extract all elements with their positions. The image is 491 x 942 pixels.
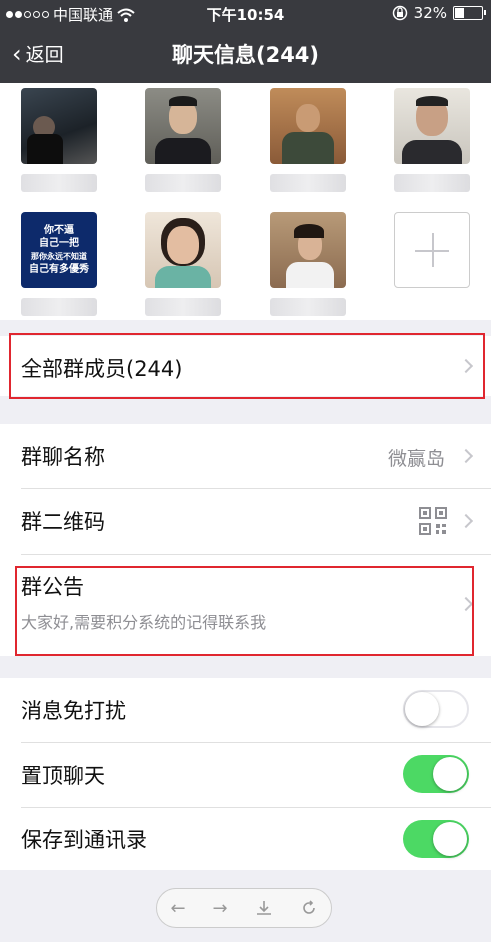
group-name-label: 群聊名称: [21, 445, 105, 469]
download-icon[interactable]: [255, 899, 273, 917]
member-name-blurred: [21, 298, 97, 316]
nav-bar: ‹ 返回 聊天信息(244): [0, 26, 491, 83]
refresh-icon[interactable]: [300, 899, 318, 917]
member-name-blurred: [270, 298, 346, 316]
group-name-cell[interactable]: 群聊名称 微赢岛: [0, 424, 491, 488]
browser-toolbar: ← →: [156, 888, 332, 928]
avatar-poster: 你不逼 自己一把 那你永远不知道 自己有多優秀: [21, 212, 97, 288]
avatar: [270, 212, 346, 288]
poster-line: 自己有多優秀: [29, 264, 89, 275]
save-contacts-cell: 保存到通讯录: [0, 808, 491, 870]
toggles-section: 消息免打扰 置顶聊天 保存到通讯录: [0, 678, 491, 870]
group-qr-label: 群二维码: [21, 510, 105, 534]
pin-cell: 置顶聊天: [0, 743, 491, 807]
group-qr-cell[interactable]: 群二维码: [0, 489, 491, 553]
save-contacts-label: 保存到通讯录: [21, 828, 147, 852]
member-item[interactable]: [145, 88, 221, 192]
member-item[interactable]: [270, 212, 346, 316]
avatar: [394, 88, 470, 164]
chevron-right-icon: [458, 448, 474, 464]
status-bar: 中国联通 下午10:54 32%: [0, 0, 491, 26]
toggle-knob: [433, 757, 467, 791]
member-item[interactable]: [394, 88, 470, 192]
member-name-blurred: [145, 174, 221, 192]
pin-toggle[interactable]: [403, 755, 469, 793]
member-item[interactable]: [145, 212, 221, 316]
highlight-box: [9, 333, 485, 399]
save-contacts-toggle[interactable]: [403, 820, 469, 858]
mute-cell: 消息免打扰: [0, 678, 491, 742]
page-title: 聊天信息(244): [171, 43, 320, 67]
battery-icon: [453, 6, 486, 20]
arrow-left-icon[interactable]: ←: [170, 898, 185, 919]
poster-line: 你不逼: [44, 225, 74, 236]
plus-icon[interactable]: [394, 212, 470, 288]
member-name-blurred: [394, 174, 470, 192]
members-grid: 你不逼 自己一把 那你永远不知道 自己有多優秀: [0, 83, 491, 320]
toggle-knob: [405, 692, 439, 726]
member-name-blurred: [21, 174, 97, 192]
mute-label: 消息免打扰: [21, 699, 126, 723]
chevron-right-icon: [458, 513, 474, 529]
group-name-value: 微赢岛: [387, 448, 445, 470]
arrow-right-icon[interactable]: →: [213, 898, 228, 919]
top-bar: 中国联通 下午10:54 32% ‹ 返回 聊天信息(244): [0, 0, 491, 83]
avatar: [145, 88, 221, 164]
member-name-blurred: [145, 298, 221, 316]
highlight-box: [15, 566, 474, 656]
member-item[interactable]: 你不逼 自己一把 那你永远不知道 自己有多優秀: [21, 212, 97, 316]
battery-percent: 32%: [413, 4, 447, 22]
member-item[interactable]: [270, 88, 346, 192]
mute-toggle[interactable]: [403, 690, 469, 728]
poster-line: 自己一把: [39, 238, 79, 249]
pin-label: 置顶聊天: [21, 764, 105, 788]
member-item[interactable]: [21, 88, 97, 192]
member-name-blurred: [270, 174, 346, 192]
qr-code-icon: [419, 507, 447, 535]
add-member-item[interactable]: [394, 212, 470, 288]
avatar: [21, 88, 97, 164]
status-right: 32%: [392, 4, 486, 22]
avatar: [145, 212, 221, 288]
avatar: [270, 88, 346, 164]
poster-line: 那你永远不知道: [31, 252, 87, 261]
orientation-lock-icon: [392, 5, 407, 21]
toggle-knob: [433, 822, 467, 856]
